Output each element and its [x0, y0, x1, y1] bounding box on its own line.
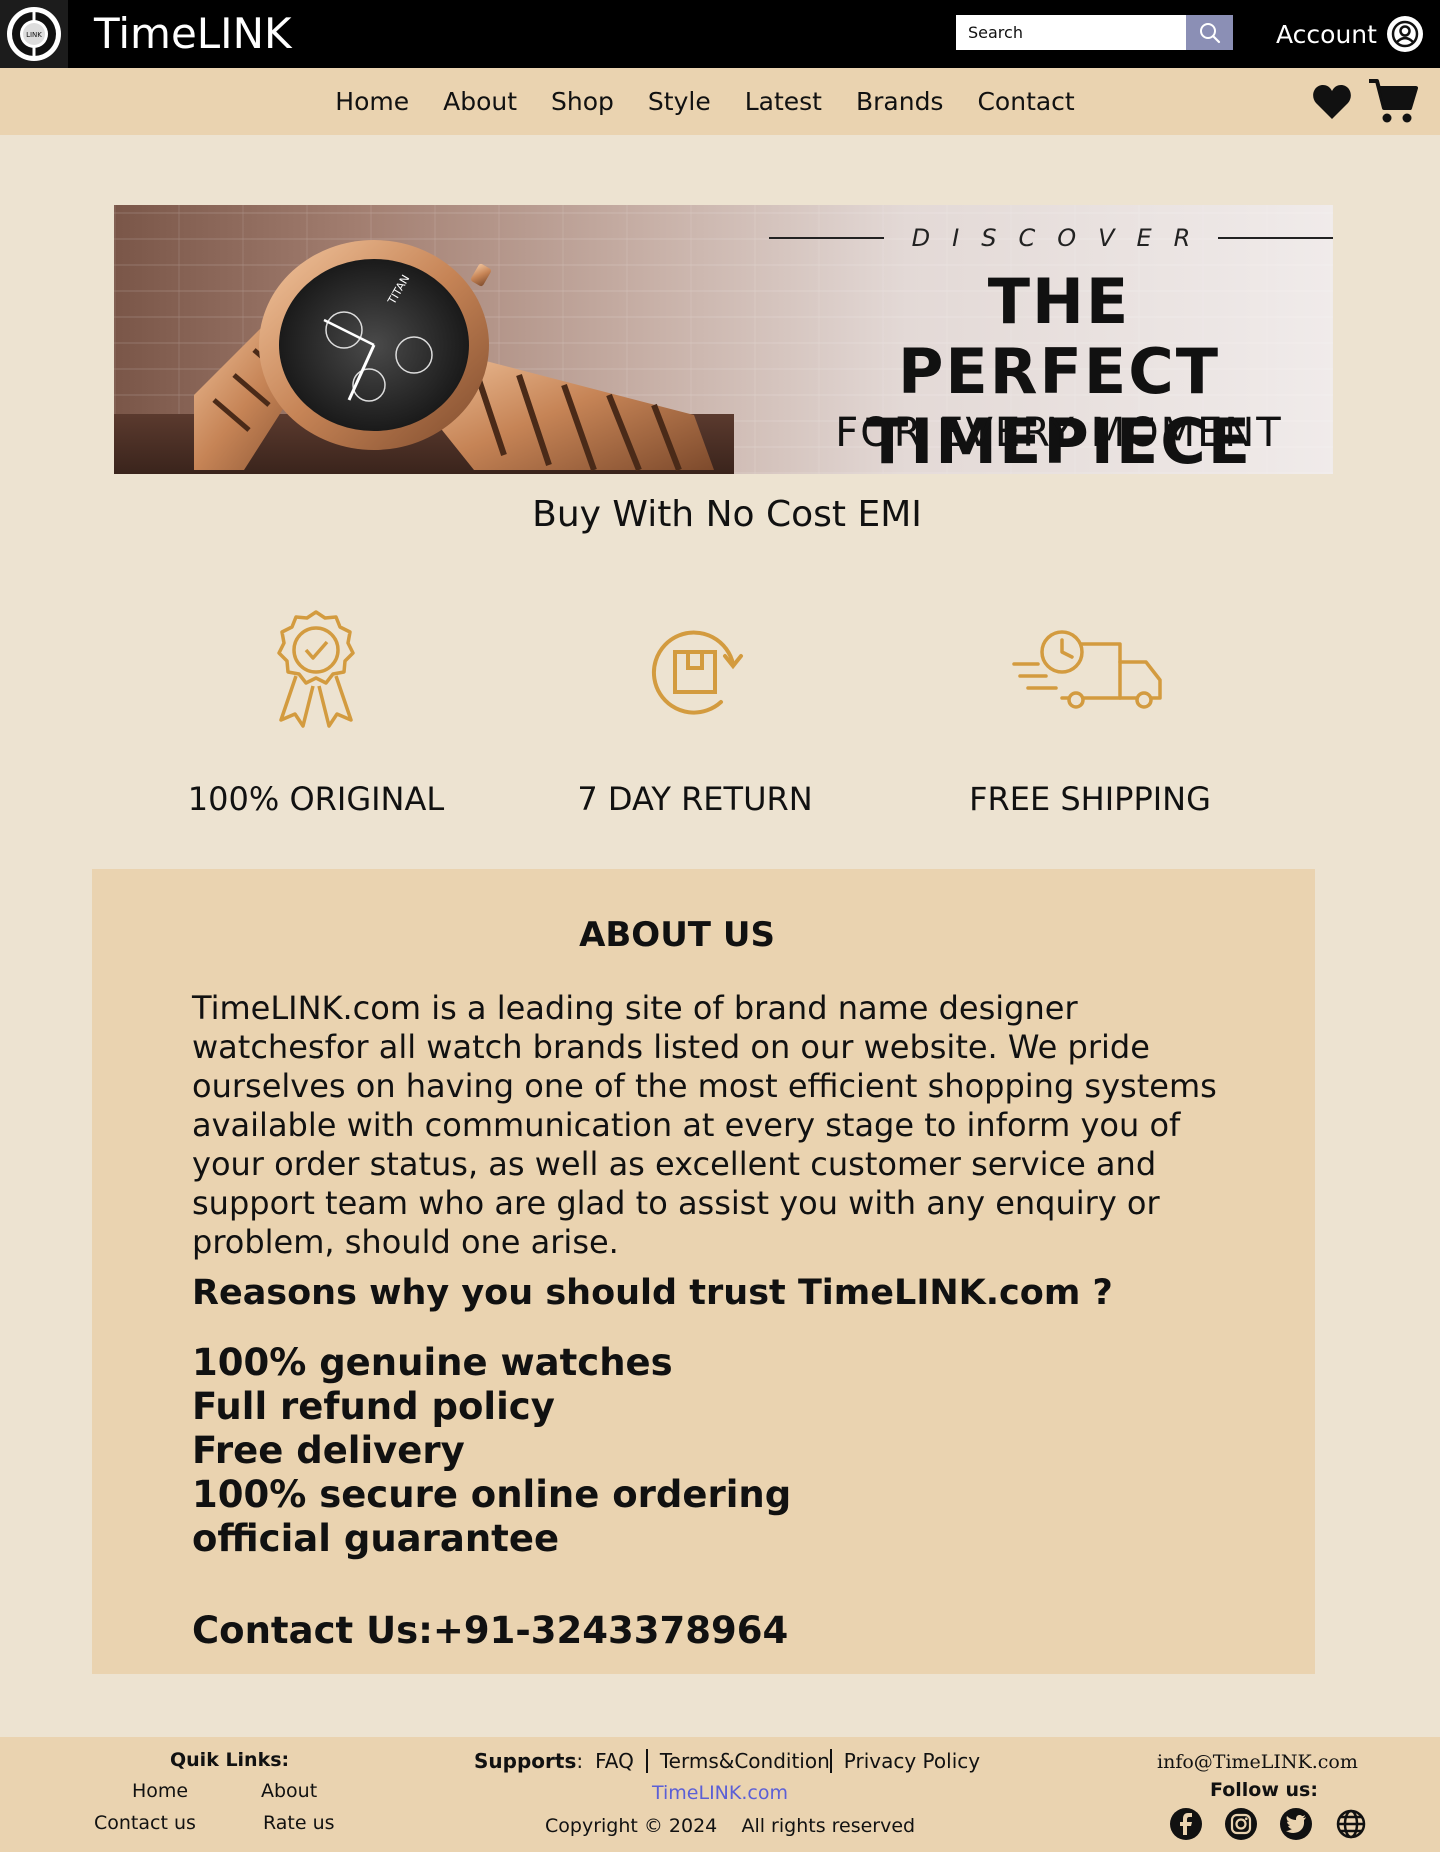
trust-title: Reasons why you should trust TimeLINK.co…: [192, 1273, 1113, 1313]
divider: [645, 1749, 648, 1773]
footer-link-faq[interactable]: FAQ: [595, 1749, 634, 1773]
feature-shipping: FREE SHIPPING: [940, 608, 1240, 823]
account-button[interactable]: Account: [1276, 14, 1423, 54]
footer-link-terms[interactable]: Terms&Condition: [660, 1749, 830, 1773]
copyright: Copyright © 2024 All rights reserved: [545, 1815, 916, 1837]
svg-text:LINK: LINK: [26, 31, 42, 39]
supports-label: Supports: [474, 1749, 577, 1773]
logo-icon: LINK: [7, 7, 61, 61]
twitter-icon[interactable]: [1280, 1808, 1312, 1840]
banner-discover: DISCOVER: [769, 223, 1333, 253]
feature-shipping-label: FREE SHIPPING: [969, 780, 1211, 818]
footer-link-privacy[interactable]: Privacy Policy: [844, 1749, 980, 1773]
brand-name[interactable]: TimeLINK: [94, 10, 292, 58]
trust-list: 100% genuine watches Full refund policy …: [192, 1341, 791, 1561]
footer-link-rate[interactable]: Rate us: [263, 1812, 335, 1834]
search-icon: [1199, 22, 1220, 43]
feature-original: 100% ORIGINAL: [166, 608, 466, 823]
nav-style[interactable]: Style: [631, 87, 728, 116]
hero-banner[interactable]: TITAN DISCOVER THE PERFECT TIMEPIECE FOR…: [114, 205, 1333, 474]
nav-shop[interactable]: Shop: [534, 87, 631, 116]
supports-links: Supports : FAQ Terms&Condition Privacy P…: [474, 1749, 980, 1773]
feature-return: 7 DAY RETURN: [545, 608, 845, 823]
contact-phone: Contact Us:+91-3243378964: [192, 1609, 789, 1652]
wishlist-heart-icon[interactable]: [1312, 84, 1352, 120]
nav-contact[interactable]: Contact: [960, 87, 1091, 116]
feature-return-label: 7 DAY RETURN: [577, 780, 813, 818]
search-button[interactable]: [1186, 15, 1233, 50]
list-item: Full refund policy: [192, 1385, 555, 1428]
search-input[interactable]: [956, 15, 1186, 50]
about-title: ABOUT US: [579, 915, 775, 955]
site-logo[interactable]: LINK: [0, 0, 68, 68]
footer: Quik Links: Home About Contact us Rate u…: [0, 1737, 1440, 1852]
footer-email[interactable]: info@TimeLINK.com: [1157, 1751, 1358, 1773]
follow-us-label: Follow us:: [1210, 1779, 1318, 1801]
user-icon: [1386, 16, 1423, 52]
watch-image: TITAN: [194, 240, 714, 472]
emi-text: Buy With No Cost EMI: [532, 494, 922, 535]
nav-about[interactable]: About: [426, 87, 534, 116]
supports-colon: :: [576, 1749, 584, 1773]
top-bar: LINK TimeLINK Account: [0, 0, 1440, 68]
delivery-truck-icon: [1012, 630, 1162, 709]
nav-home[interactable]: Home: [318, 87, 426, 116]
search-bar: [956, 15, 1233, 50]
facebook-icon[interactable]: [1170, 1808, 1202, 1840]
footer-link-contact[interactable]: Contact us: [94, 1812, 196, 1834]
list-item: Free delivery: [192, 1429, 465, 1472]
feature-original-label: 100% ORIGINAL: [187, 780, 445, 818]
social-links: [1170, 1808, 1367, 1840]
list-item: official guarantee: [192, 1517, 560, 1560]
list-item: 100% secure online ordering: [192, 1473, 792, 1516]
divider: [829, 1749, 832, 1773]
about-paragraph: TimeLINK.com is a leading site of brand …: [192, 989, 1217, 1261]
banner-subline: FOR EVERY MOMENT: [835, 410, 1283, 456]
main-nav: Home About Shop Style Latest Brands Cont…: [0, 68, 1440, 135]
nav-latest[interactable]: Latest: [728, 87, 839, 116]
return-box-icon: [651, 630, 743, 715]
instagram-icon[interactable]: [1225, 1808, 1257, 1840]
about-section: ABOUT US TimeLINK.com is a leading site …: [92, 869, 1315, 1674]
quick-links-title: Quik Links:: [170, 1749, 290, 1771]
account-label: Account: [1276, 19, 1377, 49]
list-item: 100% genuine watches: [192, 1341, 673, 1384]
shopping-cart-icon[interactable]: [1368, 78, 1418, 124]
globe-icon[interactable]: [1335, 1808, 1367, 1840]
award-badge-icon: [277, 610, 355, 728]
nav-brands[interactable]: Brands: [839, 87, 961, 116]
